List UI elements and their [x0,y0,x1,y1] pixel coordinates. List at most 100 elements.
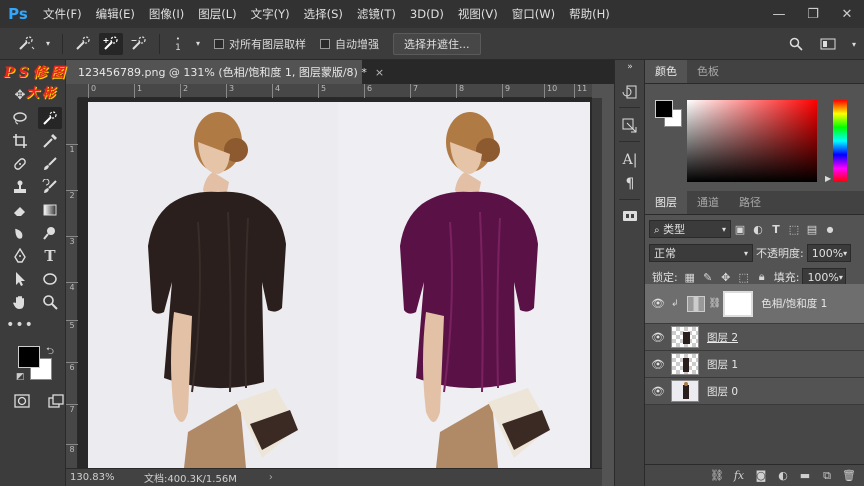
workspace-icon[interactable] [816,33,840,55]
tab-color[interactable]: 颜色 [645,60,687,83]
more-tools-icon[interactable]: ••• [6,314,33,336]
filter-smart-object-icon[interactable]: ▤ [803,220,821,238]
eraser-tool-icon[interactable] [8,199,32,221]
horizontal-ruler[interactable]: 0 1 2 3 4 5 6 7 8 9 10 11 [78,84,592,98]
search-icon[interactable] [784,33,808,55]
collapse-arrows-icon[interactable]: » [615,60,645,74]
document-canvas[interactable] [88,102,590,468]
default-colors-icon[interactable]: ◩ [16,372,25,382]
layer-name[interactable]: 图层 0 [707,384,738,399]
screen-mode-icon[interactable] [44,390,68,412]
link-layers-icon[interactable]: ⛓︎ [709,469,725,482]
menu-image[interactable]: 图像(I) [142,0,191,28]
filter-type-icon[interactable]: T [767,220,785,238]
dropdown-arrow-icon[interactable]: ▾ [42,33,54,55]
swap-colors-icon[interactable]: ⮌ [46,344,54,361]
delete-layer-icon[interactable]: 🗑︎ [841,469,857,482]
add-mask-icon[interactable]: ◙ [753,469,769,482]
history-panel-icon[interactable] [615,80,645,104]
layer-name[interactable]: 图层 2 [707,330,738,345]
checkbox-box[interactable] [320,38,330,49]
layer-name[interactable]: 图层 1 [707,357,738,372]
visibility-eye-icon[interactable]: 👁︎ [645,297,671,310]
auto-enhance-checkbox[interactable]: 自动增强 [320,36,379,52]
color-swatches[interactable]: ⮌ ◩ [16,344,60,384]
visibility-eye-icon[interactable]: 👁︎ [645,385,671,398]
vertical-ruler[interactable]: 1 2 3 4 5 6 7 8 [66,98,78,468]
blur-tool-icon[interactable] [8,222,32,244]
brush-dropdown-arrow-icon[interactable]: ▾ [192,33,204,55]
layer-row-layer-2[interactable]: 👁︎ 图层 2 [645,324,864,351]
menu-help[interactable]: 帮助(H) [562,0,617,28]
select-and-mask-button[interactable]: 选择并遮住... [393,32,481,55]
tool-preset-quick-select-icon[interactable] [14,33,38,55]
layer-style-icon[interactable]: fx [731,469,747,482]
tab-paths[interactable]: 路径 [729,191,771,214]
paragraph-panel-icon[interactable]: ¶ [615,172,645,196]
menu-3d[interactable]: 3D(D) [403,0,451,28]
restore-icon[interactable]: ❐ [796,0,830,28]
tab-channels[interactable]: 通道 [687,191,729,214]
history-brush-tool-icon[interactable] [38,176,62,198]
hue-slider[interactable] [833,100,847,182]
layer-row-hue-saturation[interactable]: 👁︎ ↲ ⛓︎ 色相/饱和度 1 [645,284,864,324]
properties-panel-icon[interactable] [615,114,645,138]
blend-mode-select[interactable]: 正常 ▾ [649,244,753,262]
quick-mask-icon[interactable] [10,390,34,412]
layer-row-layer-0[interactable]: 👁︎ 图层 0 [645,378,864,405]
menu-window[interactable]: 窗口(W) [505,0,562,28]
filter-toggle-icon[interactable]: ● [821,220,839,238]
gradient-tool-icon[interactable] [38,199,62,221]
tab-swatches[interactable]: 色板 [687,60,729,83]
pen-tool-icon[interactable] [8,245,32,267]
hue-slider-handle-icon[interactable]: ▶ [825,174,831,183]
clone-stamp-tool-icon[interactable] [8,176,32,198]
menu-file[interactable]: 文件(F) [36,0,89,28]
document-tab[interactable]: 123456789.png @ 131% (色相/饱和度 1, 图层蒙版/8) … [66,60,384,84]
minimize-icon[interactable]: — [762,0,796,28]
eyedropper-tool-icon[interactable] [38,130,62,152]
spot-healing-brush-tool-icon[interactable] [8,153,32,175]
opacity-input[interactable]: 100% ▾ [806,244,851,262]
subtract-from-selection-icon[interactable] [127,33,151,55]
saturation-brightness-field[interactable] [687,100,817,182]
sample-all-layers-checkbox[interactable]: 对所有图层取样 [214,36,306,52]
quick-selection-tool-icon[interactable] [38,107,62,129]
canvas-vertical-scrollbar[interactable] [592,98,602,468]
tab-layers[interactable]: 图层 [645,191,687,214]
layer-kind-filter[interactable]: ⌕ 类型 ▾ [649,220,731,238]
menu-edit[interactable]: 编辑(E) [89,0,142,28]
visibility-eye-icon[interactable]: 👁︎ [645,331,671,344]
new-layer-icon[interactable]: ⧉ [819,469,835,483]
new-group-icon[interactable]: ▬ [797,469,813,482]
menu-select[interactable]: 选择(S) [297,0,350,28]
path-selection-tool-icon[interactable] [8,268,32,290]
foreground-color-swatch[interactable] [18,346,40,368]
crop-tool-icon[interactable] [8,130,32,152]
brush-size-picker[interactable]: • 1 [168,33,188,55]
menu-layer[interactable]: 图层(L) [191,0,243,28]
new-selection-icon[interactable] [71,33,95,55]
zoom-level[interactable]: 130.83% [66,472,138,483]
menu-filter[interactable]: 滤镜(T) [350,0,403,28]
menu-type[interactable]: 文字(Y) [244,0,297,28]
brush-tool-icon[interactable] [38,153,62,175]
filter-adjustment-icon[interactable]: ◐ [749,220,767,238]
character-panel-icon[interactable]: A| [615,148,645,172]
visibility-eye-icon[interactable]: 👁︎ [645,358,671,371]
layer-mask-thumbnail[interactable] [723,290,754,317]
status-menu-arrow-icon[interactable]: › [269,472,273,483]
mask-link-icon[interactable]: ⛓︎ [709,298,722,309]
ellipse-tool-icon[interactable] [38,268,62,290]
filter-shape-icon[interactable]: ⬚ [785,220,803,238]
menu-view[interactable]: 视图(V) [451,0,505,28]
filter-pixel-icon[interactable]: ▣ [731,220,749,238]
lasso-tool-icon[interactable] [8,107,32,129]
zoom-tool-icon[interactable] [38,291,62,313]
type-tool-icon[interactable]: T [38,245,62,267]
add-to-selection-icon[interactable] [99,32,123,55]
close-tab-icon[interactable]: × [375,66,384,79]
libraries-panel-icon[interactable] [615,204,645,228]
checkbox-box[interactable] [214,38,224,49]
workspace-dropdown-arrow-icon[interactable]: ▾ [848,33,860,55]
